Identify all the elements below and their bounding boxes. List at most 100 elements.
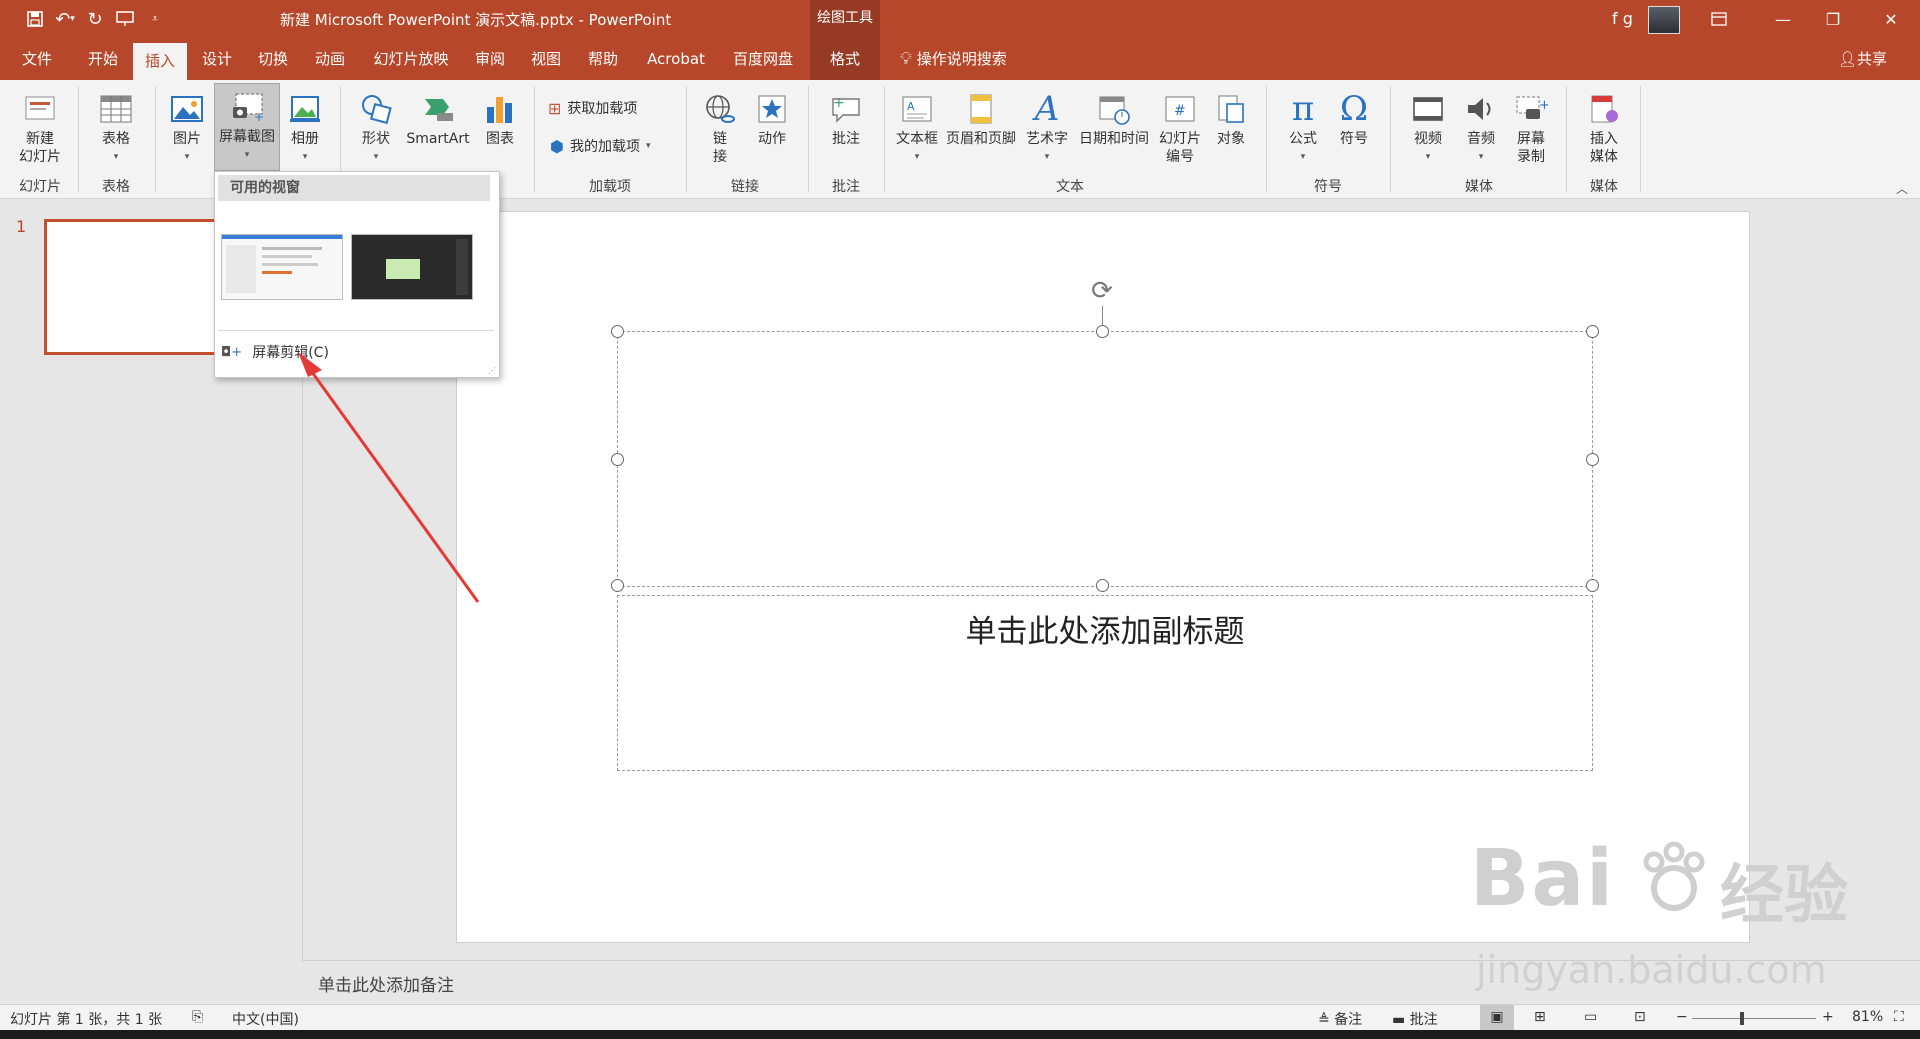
save-icon[interactable] [20, 0, 50, 38]
thumbnail-number: 1 [16, 217, 27, 236]
presentation-start-icon[interactable] [110, 0, 140, 38]
close-icon[interactable]: ✕ [1868, 0, 1914, 38]
resize-handle[interactable] [1586, 579, 1599, 592]
notes-toggle-button[interactable]: ≜ 备注 [1318, 1009, 1362, 1029]
insert-media-icon [1585, 90, 1623, 128]
tab-transitions[interactable]: 切换 [248, 38, 298, 80]
comment-button[interactable]: + 批注 [818, 86, 874, 148]
shapes-icon [357, 90, 395, 128]
omega-icon: Ω [1339, 89, 1369, 129]
equation-button[interactable]: π 公式 ▾ [1278, 86, 1328, 166]
header-footer-button[interactable]: 页眉和页脚 [944, 86, 1018, 148]
ribbon-display-options-icon[interactable] [1696, 0, 1742, 38]
slide-count-status[interactable]: 幻灯片 第 1 张，共 1 张 [10, 1009, 162, 1029]
tab-animations[interactable]: 动画 [305, 38, 355, 80]
share-button[interactable]: 👤︎共享 [1838, 38, 1887, 80]
table-button[interactable]: 表格 ▾ [86, 86, 146, 166]
tab-insert[interactable]: 插入 [133, 43, 187, 80]
screen-clipping-label: 屏幕剪辑(C) [252, 345, 329, 361]
slide-number-button[interactable]: # 幻灯片 编号 [1154, 86, 1206, 166]
equation-label: 公式 [1289, 131, 1317, 147]
slide-number-label: 幻灯片 编号 [1159, 131, 1201, 165]
zoom-level[interactable]: 81% [1852, 1009, 1883, 1025]
tab-help[interactable]: 帮助 [578, 38, 628, 80]
language-status[interactable]: 中文(中国) [232, 1009, 299, 1029]
slideshow-view-icon[interactable]: ⊡ [1634, 1009, 1646, 1025]
screenshot-button[interactable]: + 屏幕截图 ▾ [214, 83, 280, 171]
action-button[interactable]: 动作 [748, 86, 796, 148]
subtitle-placeholder[interactable]: 单击此处添加副标题 [617, 595, 1593, 771]
chevron-down-icon: ▾ [1044, 152, 1050, 162]
resize-grip-icon[interactable]: ⋰ [488, 366, 496, 375]
insert-media-button[interactable]: 插入 媒体 [1576, 86, 1632, 166]
pi-icon: π [1291, 89, 1315, 129]
tab-view[interactable]: 视图 [521, 38, 571, 80]
tell-me-search[interactable]: 💡︎ 操作说明搜索 [900, 38, 1007, 80]
collapse-ribbon-icon[interactable]: ︿ [1896, 180, 1908, 197]
customize-qat-icon[interactable]: ⩡ [140, 0, 170, 38]
tab-review[interactable]: 审阅 [465, 38, 515, 80]
link-button[interactable]: 链 接 [696, 86, 744, 166]
tab-format[interactable]: 格式 [810, 38, 880, 80]
audio-label: 音频 [1467, 131, 1495, 147]
get-addins-button[interactable]: ⊞ 获取加载项 [548, 98, 637, 118]
slide-sorter-icon[interactable]: ⊞ [1534, 1009, 1546, 1025]
wordart-button[interactable]: A 艺术字 ▾ [1020, 86, 1074, 166]
tab-baidu-netdisk[interactable]: 百度网盘 [724, 38, 802, 80]
window-thumbnail-editor[interactable] [351, 234, 473, 300]
smartart-button[interactable]: SmartArt [402, 86, 474, 148]
new-slide-button[interactable]: 新建 幻灯片 [8, 86, 72, 166]
chart-button[interactable]: 图表 [478, 86, 522, 148]
screen-clipping-item[interactable]: ◘+ 屏幕剪辑(C) [221, 338, 329, 366]
group-divider [884, 86, 885, 192]
resize-handle[interactable] [1586, 325, 1599, 338]
picture-label: 图片 [173, 131, 201, 147]
accessibility-check-icon[interactable]: ⎘ [192, 1009, 203, 1025]
resize-handle[interactable] [1586, 453, 1599, 466]
window-thumbnail-browser[interactable] [221, 234, 343, 300]
textbox-button[interactable]: A 文本框 ▾ [890, 86, 944, 166]
user-name[interactable]: f g [1612, 9, 1633, 28]
zoom-slider[interactable] [1692, 1018, 1816, 1019]
tab-acrobat[interactable]: Acrobat [638, 38, 714, 80]
photo-album-button[interactable]: 相册 ▾ [282, 86, 328, 166]
tab-design[interactable]: 设计 [192, 38, 242, 80]
resize-handle[interactable] [611, 453, 624, 466]
minimize-icon[interactable]: — [1760, 0, 1806, 38]
shapes-button[interactable]: 形状 ▾ [350, 86, 402, 166]
video-button[interactable]: 视频 ▾ [1402, 86, 1454, 166]
undo-icon[interactable]: ↶ ▾ [50, 0, 80, 38]
zoom-out-icon[interactable]: − [1676, 1009, 1688, 1025]
resize-handle[interactable] [1096, 325, 1109, 338]
comments-toggle-button[interactable]: ▬ 批注 [1392, 1009, 1438, 1029]
avatar[interactable] [1648, 6, 1680, 34]
resize-handle[interactable] [1096, 579, 1109, 592]
bar-chart-icon [481, 90, 519, 128]
object-button[interactable]: 对象 [1208, 86, 1254, 148]
tab-slideshow[interactable]: 幻灯片放映 [366, 38, 456, 80]
date-time-label: 日期和时间 [1079, 131, 1149, 147]
screen-recording-button[interactable]: + 屏幕 录制 [1506, 86, 1556, 166]
zoom-slider-thumb[interactable] [1740, 1012, 1744, 1025]
resize-handle[interactable] [611, 579, 624, 592]
new-slide-icon [21, 90, 59, 128]
audio-button[interactable]: 音频 ▾ [1456, 86, 1506, 166]
symbol-button[interactable]: Ω 符号 [1330, 86, 1378, 148]
date-time-button[interactable]: 日期和时间 [1074, 86, 1154, 148]
subtitle-placeholder-text: 单击此处添加副标题 [965, 614, 1245, 650]
tab-file[interactable]: 文件 [12, 38, 62, 80]
fit-to-window-icon[interactable]: ⛶ [1894, 1009, 1904, 1025]
restore-icon[interactable]: ❐ [1810, 0, 1856, 38]
my-addins-button[interactable]: ⬢ 我的加载项 ▾ [550, 136, 651, 156]
tab-home[interactable]: 开始 [78, 38, 128, 80]
redo-icon[interactable]: ↻ [80, 0, 110, 38]
zoom-in-icon[interactable]: + [1822, 1009, 1834, 1025]
slide-number-icon: # [1161, 90, 1199, 128]
resize-handle[interactable] [611, 325, 624, 338]
title-placeholder[interactable] [617, 331, 1593, 587]
share-label: 共享 [1857, 50, 1888, 68]
reading-view-icon[interactable]: ▭ [1584, 1009, 1597, 1025]
rotate-handle-icon[interactable]: ⟳ [1085, 276, 1119, 306]
wordart-label: 艺术字 [1026, 131, 1068, 147]
picture-button[interactable]: 图片 ▾ [162, 86, 212, 166]
